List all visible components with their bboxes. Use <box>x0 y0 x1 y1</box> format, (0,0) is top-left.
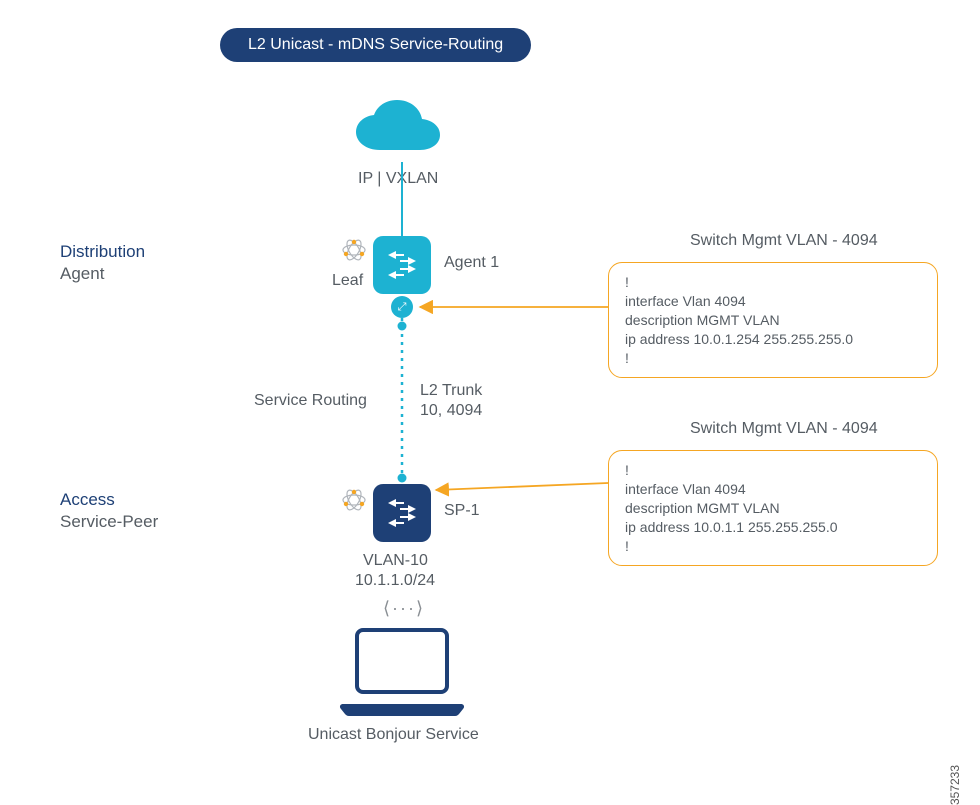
distribution-role: Agent <box>60 264 104 284</box>
switch-agent1-icon <box>373 236 431 294</box>
diagram-canvas: L2 Unicast - mDNS Service-Routing IP | V… <box>0 0 980 803</box>
callout1-line2: interface Vlan 4094 <box>625 292 921 311</box>
vlan-label-1: VLAN-10 <box>363 552 428 570</box>
callout2-line3: description MGMT VLAN <box>625 499 921 518</box>
image-id: 357233 <box>948 765 962 805</box>
leaf-label: Leaf <box>332 272 363 290</box>
atom-icon <box>340 486 368 514</box>
callout2-line4: ip address 10.0.1.1 255.255.255.0 <box>625 518 921 537</box>
cloud-label: IP | VXLAN <box>358 170 438 188</box>
title-pill: L2 Unicast - mDNS Service-Routing <box>220 28 531 62</box>
l2trunk-label-1: L2 Trunk <box>420 382 482 400</box>
laptop-icon <box>335 624 469 718</box>
connectors-layer <box>0 0 980 803</box>
agent1-label: Agent 1 <box>444 254 499 272</box>
service-routing-label: Service Routing <box>254 392 367 410</box>
vlan-label-2: 10.1.1.0/24 <box>355 572 435 590</box>
callout1-heading: Switch Mgmt VLAN - 4094 <box>690 232 878 250</box>
access-role: Service-Peer <box>60 512 158 532</box>
bidirectional-arrow-icon: ⟨···⟩ <box>383 598 425 619</box>
callout2-heading: Switch Mgmt VLAN - 4094 <box>690 420 878 438</box>
callout1-line4: ip address 10.0.1.254 255.255.255.0 <box>625 330 921 349</box>
callout1-line1: ! <box>625 273 921 292</box>
callout1-line5: ! <box>625 349 921 368</box>
atom-icon <box>340 236 368 264</box>
cloud-icon <box>344 100 464 162</box>
switch-sp1-icon <box>373 484 431 542</box>
distribution-heading: Distribution <box>60 242 145 262</box>
callout2-line1: ! <box>625 461 921 480</box>
callout2-line2: interface Vlan 4094 <box>625 480 921 499</box>
callout1-box: ! interface Vlan 4094 description MGMT V… <box>608 262 938 378</box>
sp1-label: SP-1 <box>444 502 480 520</box>
callout2-line5: ! <box>625 537 921 556</box>
callout1-line3: description MGMT VLAN <box>625 311 921 330</box>
l2trunk-label-2: 10, 4094 <box>420 402 482 420</box>
laptop-label: Unicast Bonjour Service <box>308 726 479 744</box>
expand-port-icon: ⤢ <box>391 296 413 318</box>
callout2-box: ! interface Vlan 4094 description MGMT V… <box>608 450 938 566</box>
access-heading: Access <box>60 490 115 510</box>
